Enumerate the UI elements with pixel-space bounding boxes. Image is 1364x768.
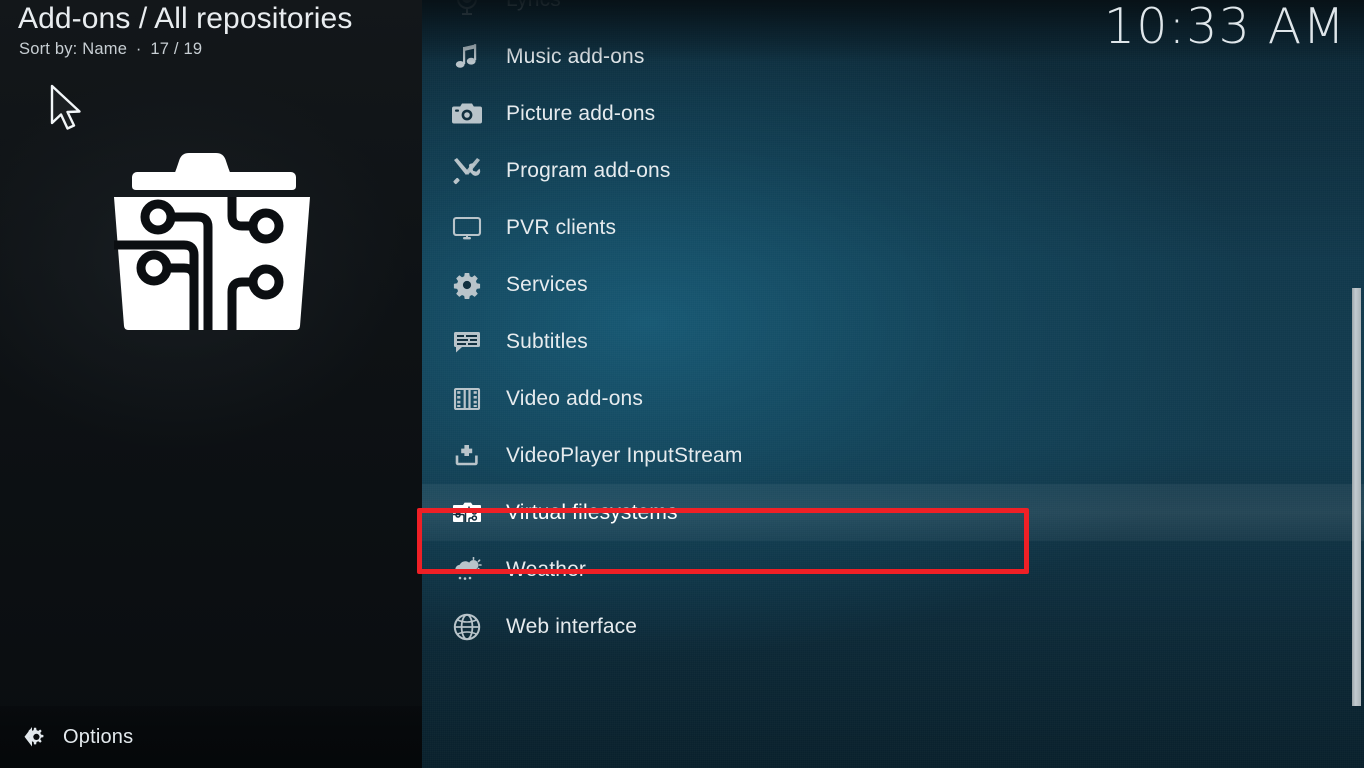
gear-icon — [444, 268, 490, 302]
television-icon — [444, 211, 490, 245]
list-item-videoplayer-inputstream[interactable]: VideoPlayer InputStream — [422, 427, 1364, 484]
addon-category-list-panel: Lyrics Music add-ons Picture add-ons Progra… — [422, 0, 1364, 768]
globe-icon — [444, 610, 490, 644]
list-item-services[interactable]: Services — [422, 256, 1364, 313]
list-item-label: Video add-ons — [506, 386, 644, 410]
options-label: Options — [63, 725, 134, 748]
list-item-label: Lyrics — [506, 0, 561, 12]
circuit-folder-icon — [96, 150, 328, 332]
list-item-label: Weather — [506, 557, 587, 581]
list-scrollbar-thumb[interactable] — [1352, 288, 1361, 706]
item-position-counter: 17 / 19 — [150, 40, 203, 58]
subtitles-icon — [444, 325, 490, 359]
music-note-icon — [444, 40, 490, 74]
list-item-label: Subtitles — [506, 329, 588, 353]
sort-separator: · — [135, 40, 142, 58]
install-tray-icon — [444, 439, 490, 473]
page-title: Add-ons / All repositories — [18, 2, 353, 35]
list-item-program-add-ons[interactable]: Program add-ons — [422, 142, 1364, 199]
list-item-pvr-clients[interactable]: PVR clients — [422, 199, 1364, 256]
list-item-virtual-filesystems[interactable]: Virtual filesystems — [422, 484, 1364, 541]
sort-by-value[interactable]: Name — [82, 40, 127, 58]
sort-info-bar: Sort by: Name · 17 / 19 — [19, 40, 202, 59]
list-item-video-add-ons[interactable]: Video add-ons — [422, 370, 1364, 427]
circuit-folder-icon — [444, 496, 490, 530]
list-item-label: Program add-ons — [506, 158, 671, 182]
clock: 10:33 AM — [1103, 0, 1346, 55]
list-item-label: PVR clients — [506, 215, 617, 239]
options-button[interactable]: Options — [12, 718, 141, 756]
list-item-label: Picture add-ons — [506, 101, 656, 125]
list-item-label: VideoPlayer InputStream — [506, 443, 743, 467]
bottom-toolbar: Options — [0, 706, 422, 768]
list-item-label: Web interface — [506, 614, 638, 638]
weather-cloud-icon — [444, 553, 490, 587]
microphone-icon — [444, 0, 490, 17]
film-strip-icon — [444, 382, 490, 416]
list-item-label: Virtual filesystems — [506, 500, 678, 524]
list-item-label: Services — [506, 272, 588, 296]
camera-icon — [444, 97, 490, 131]
list-item-picture-add-ons[interactable]: Picture add-ons — [422, 85, 1364, 142]
sort-by-label: Sort by: — [19, 40, 78, 58]
list-item-subtitles[interactable]: Subtitles — [422, 313, 1364, 370]
chevron-gear-icon — [20, 722, 50, 752]
tools-icon — [444, 154, 490, 188]
list-item-label: Music add-ons — [506, 44, 645, 68]
list-item-web-interface[interactable]: Web interface — [422, 598, 1364, 655]
mouse-cursor — [48, 83, 88, 133]
list-item-weather[interactable]: Weather — [422, 541, 1364, 598]
info-panel: Add-ons / All repositories Sort by: Name… — [0, 0, 422, 768]
